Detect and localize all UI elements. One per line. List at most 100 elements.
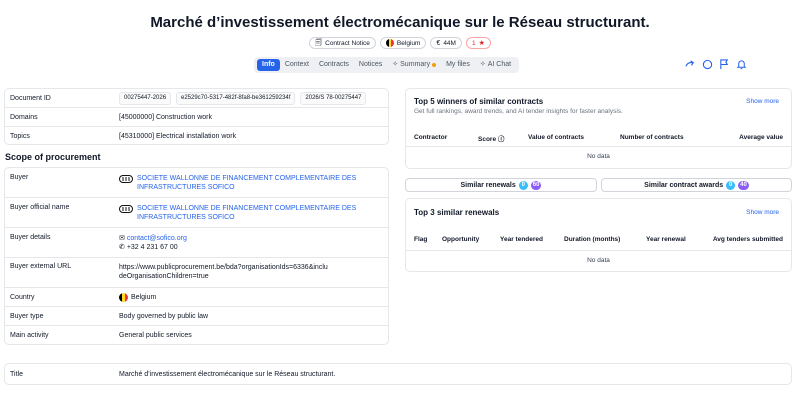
tab-bar: Info Context Contracts Notices ✧ Summary… <box>254 57 520 73</box>
similar-contract-awards-label: Similar contract awards <box>644 181 724 189</box>
tab-ai-chat-label: AI Chat <box>487 61 512 68</box>
notice-icon: 🗐 <box>315 39 323 47</box>
belgium-flag-icon <box>385 39 394 47</box>
header-badges: 🗐 Contract Notice Belgium € 44M 1 ★ <box>0 37 800 49</box>
topics-link[interactable]: [45310000] Electrical installation work <box>119 132 388 141</box>
document-ojs-pill[interactable]: 2026/S 78-00275447 <box>300 91 367 105</box>
main-activity-value: General public services <box>119 332 192 339</box>
buyer-external-url-link[interactable]: https://www.publicprocurement.be/bda?org… <box>119 263 388 281</box>
value-label: 44M <box>443 39 456 47</box>
buyer-phone: +32 4 231 67 00 <box>126 244 178 251</box>
action-icons <box>685 59 747 70</box>
scope-card: Buyer SOCIETE WALLONNE DE FINANCEMENT CO… <box>4 167 389 345</box>
document-id-values: 00275447-2026 e2529c70-5317-482f-8fa8-be… <box>119 91 388 105</box>
buyer-official-name-value: SOCIETE WALLONNE DE FINANCEMENT COMPLEME… <box>119 204 388 222</box>
row-document-id: Document ID 00275447-2026 e2529c70-5317-… <box>5 89 388 108</box>
similar-renewals-count-a: 0 <box>518 180 528 190</box>
similar-contract-awards-button[interactable]: Similar contract awards 0 40 <box>601 178 792 192</box>
row-topics: Topics [45310000] Electrical installatio… <box>5 127 388 145</box>
rating-badge[interactable]: 1 ★ <box>465 37 491 49</box>
col-year-renewal: Year renewal <box>646 236 686 243</box>
similar-renewals-button[interactable]: Similar renewals 0 60 <box>405 178 597 192</box>
topics-label: Topics <box>10 132 30 140</box>
buyer-official-name-label: Buyer official name <box>10 204 70 211</box>
star-icon: ★ <box>478 39 485 47</box>
top-renewals-no-data: No data <box>587 257 610 264</box>
mail-icon: ✉ <box>119 235 125 242</box>
belgium-flag-icon <box>119 292 128 302</box>
buyer-label: Buyer <box>10 174 29 181</box>
sparkle-icon: ✧ <box>392 61 399 68</box>
document-info-card: Document ID 00275447-2026 e2529c70-5317-… <box>4 88 389 145</box>
buyer-external-url-label: Buyer external URL <box>10 263 72 270</box>
buyer-details-value: ✉ contact@sofico.org ✆ +32 4 231 67 00 <box>119 234 388 252</box>
share-icon[interactable] <box>685 59 696 70</box>
value-badge[interactable]: € 44M <box>430 37 462 49</box>
country-badge[interactable]: Belgium <box>379 37 427 49</box>
col-flag: Flag <box>414 236 428 243</box>
similar-awards-count-b: 40 <box>738 180 749 190</box>
row-buyer-details: Buyer details ✉ contact@sofico.org ✆ +32… <box>5 228 388 258</box>
row-buyer-official-name: Buyer official name SOCIETE WALLONNE DE … <box>5 198 388 228</box>
page-title: Marché d’investissement électromécanique… <box>150 14 650 31</box>
phone-icon: ✆ <box>119 244 125 251</box>
top-winners-show-more-link[interactable]: Show more <box>746 98 779 105</box>
tab-ai-chat[interactable]: ✧ AI Chat <box>475 59 516 71</box>
buyer-email-link[interactable]: contact@sofico.org <box>127 235 187 242</box>
row-country: Country Belgium <box>5 288 388 307</box>
col-duration-months: Duration (months) <box>564 236 621 243</box>
summary-dot-icon <box>432 63 437 67</box>
col-opportunity: Opportunity <box>442 236 480 243</box>
row-main-activity: Main activity General public services <box>5 326 388 345</box>
tab-summary[interactable]: ✧ Summary <box>387 59 441 71</box>
tab-context[interactable]: Context <box>280 59 314 71</box>
row-buyer-external-url: Buyer external URL https://www.publicpro… <box>5 258 388 288</box>
organization-icon <box>119 175 133 183</box>
similar-renewals-label: Similar renewals <box>460 181 516 189</box>
top-renewals-title: Top 3 similar renewals <box>414 208 500 217</box>
buyer-value: SOCIETE WALLONNE DE FINANCEMENT COMPLEME… <box>119 174 388 192</box>
col-number-of-contracts: Number of contracts <box>620 134 684 141</box>
col-year-tendered: Year tendered <box>500 236 543 243</box>
buyer-type-label: Buyer type <box>10 312 44 320</box>
scope-section-title: Scope of procurement <box>5 152 101 162</box>
tab-contracts[interactable]: Contracts <box>314 59 354 71</box>
top-winners-subtitle: Get full rankings, award trends, and AI … <box>414 108 623 115</box>
buyer-link[interactable]: SOCIETE WALLONNE DE FINANCEMENT COMPLEME… <box>137 174 388 192</box>
row-domains: Domains [45000000] Construction work <box>5 108 388 127</box>
top-renewals-table-header: Flag Opportunity Year tendered Duration … <box>406 229 791 251</box>
col-score: Score ⓘ <box>478 135 505 143</box>
bell-icon[interactable] <box>736 59 747 70</box>
top-winners-no-data: No data <box>587 153 610 160</box>
col-contractor: Contractor <box>414 134 448 141</box>
buyer-official-name-link[interactable]: SOCIETE WALLONNE DE FINANCEMENT COMPLEME… <box>137 204 388 222</box>
document-uuid-pill[interactable]: e2529c70-5317-482f-8fa8-be361259234f <box>176 91 296 105</box>
domains-label: Domains <box>10 113 38 121</box>
domains-link[interactable]: [45000000] Construction work <box>119 113 388 122</box>
euro-icon: € <box>436 39 441 47</box>
col-value-of-contracts: Value of contracts <box>528 134 584 141</box>
top-renewals-show-more-link[interactable]: Show more <box>746 209 779 216</box>
similar-renewals-count-b: 60 <box>530 180 542 190</box>
notice-type-badge[interactable]: 🗐 Contract Notice <box>309 37 376 49</box>
similar-awards-count-a: 0 <box>726 180 736 190</box>
tab-summary-label: Summary <box>400 61 431 68</box>
organization-icon <box>119 205 133 213</box>
country-label: Belgium <box>396 39 421 47</box>
main-activity-label: Main activity <box>10 332 49 339</box>
document-id-pill[interactable]: 00275447-2026 <box>119 91 172 105</box>
tab-my-files[interactable]: My files <box>441 59 475 71</box>
chat-icon[interactable] <box>702 59 713 70</box>
tab-notices[interactable]: Notices <box>354 59 387 71</box>
row-buyer-type: Buyer type Body governed by public law <box>5 307 388 326</box>
flag-icon[interactable] <box>719 59 730 70</box>
notice-type-label: Contract Notice <box>325 39 370 47</box>
buyer-type-value: Body governed by public law <box>119 312 209 320</box>
tab-info[interactable]: Info <box>257 59 280 71</box>
buyer-details-label: Buyer details <box>10 234 51 241</box>
top-renewals-card: Top 3 similar renewals Show more Flag Op… <box>405 198 792 272</box>
country-value: Belgium <box>119 292 388 302</box>
top-winners-table-header: Contractor Score ⓘ Value of contracts Nu… <box>406 129 791 147</box>
top-winners-card: Top 5 winners of similar contracts Get f… <box>405 88 792 169</box>
top-winners-title: Top 5 winners of similar contracts <box>414 97 544 106</box>
